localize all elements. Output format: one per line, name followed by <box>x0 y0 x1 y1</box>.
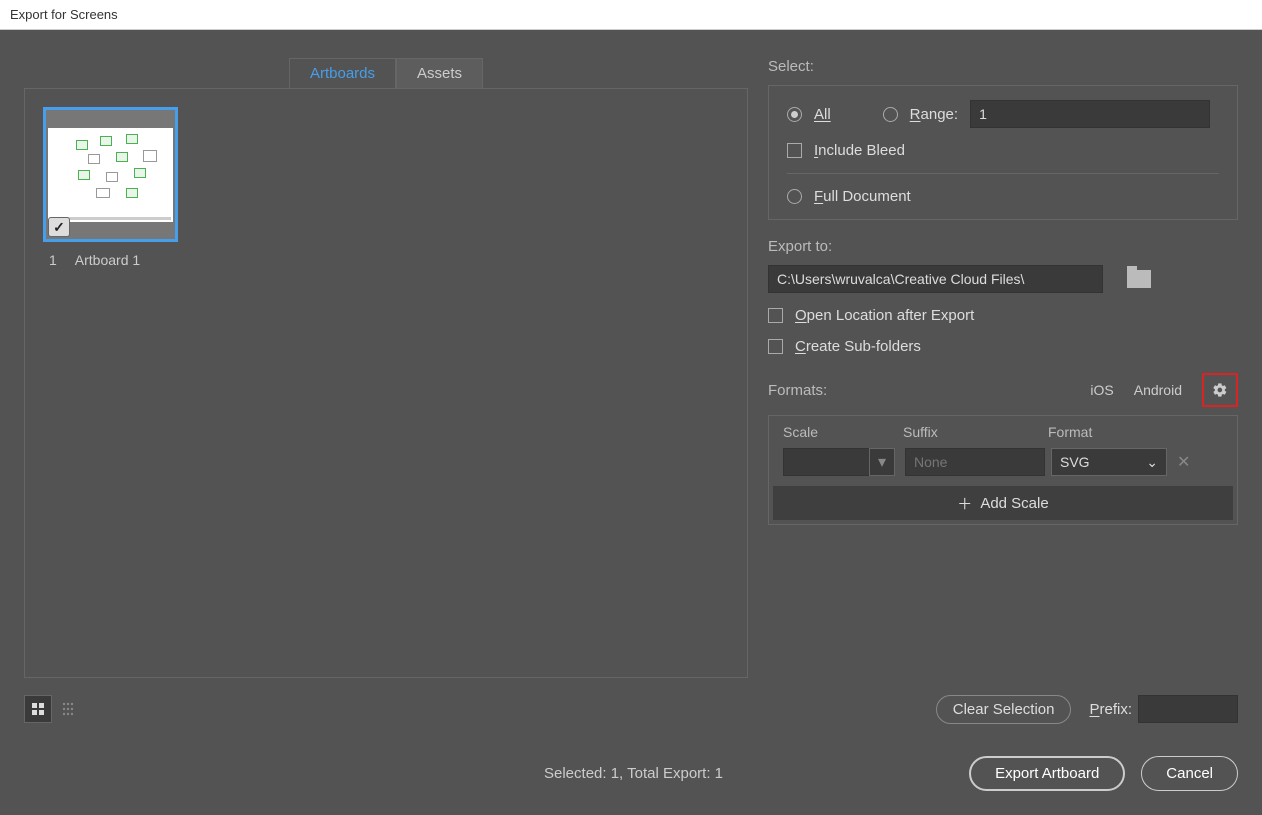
view-list-button[interactable] <box>56 695 84 723</box>
radio-full-document[interactable] <box>787 189 802 204</box>
format-select[interactable]: SVG ⌄ <box>1051 448 1167 476</box>
delete-row-icon[interactable]: ✕ <box>1173 452 1194 472</box>
export-to-label: Export to: <box>768 238 1238 255</box>
artboard-item[interactable]: ✓ 1 Artboard 1 <box>43 107 178 268</box>
prefix-input[interactable] <box>1138 695 1238 723</box>
label-include-bleed[interactable]: Include Bleed <box>814 142 905 159</box>
col-suffix: Suffix <box>903 424 1048 440</box>
label-range[interactable]: Range: <box>910 106 958 123</box>
radio-range[interactable] <box>883 107 898 122</box>
checkbox-include-bleed[interactable] <box>787 143 802 158</box>
artboard-grid: ✓ 1 Artboard 1 <box>24 88 748 678</box>
window-title: Export for Screens <box>10 7 118 22</box>
scale-input[interactable] <box>783 448 869 476</box>
title-bar: Export for Screens <box>0 0 1262 30</box>
add-scale-button[interactable]: ＋ Add Scale <box>773 486 1233 520</box>
range-input[interactable] <box>970 100 1210 128</box>
col-scale: Scale <box>783 424 903 440</box>
tab-artboards[interactable]: Artboards <box>289 58 396 89</box>
export-artboard-button[interactable]: Export Artboard <box>969 756 1125 791</box>
view-grid-button[interactable] <box>24 695 52 723</box>
dialog-body: Artboards Assets <box>0 30 1262 815</box>
label-full-document[interactable]: Full Document <box>814 188 911 205</box>
cancel-button[interactable]: Cancel <box>1141 756 1238 791</box>
export-path-input[interactable] <box>768 265 1103 293</box>
chevron-down-icon: ⌄ <box>1146 454 1158 471</box>
label-open-location[interactable]: Open Location after Export <box>795 307 974 324</box>
artboard-name: Artboard 1 <box>75 252 140 268</box>
select-section: All Range: Include Bleed Full Document <box>768 85 1238 220</box>
formats-table: Scale Suffix Format ▾ SVG ⌄ <box>768 415 1238 525</box>
format-row: ▾ SVG ⌄ ✕ <box>769 444 1237 486</box>
folder-icon[interactable] <box>1127 270 1151 288</box>
label-all[interactable]: All <box>814 106 831 123</box>
artboard-thumbnail[interactable]: ✓ <box>43 107 178 242</box>
formats-android-link[interactable]: Android <box>1134 382 1182 398</box>
artboard-selected-check-icon[interactable]: ✓ <box>48 217 70 237</box>
col-format: Format <box>1048 424 1168 440</box>
gear-icon <box>1212 382 1228 398</box>
radio-all[interactable] <box>787 107 802 122</box>
clear-selection-button[interactable]: Clear Selection <box>936 695 1072 724</box>
select-label: Select: <box>768 58 1238 75</box>
label-create-subfolders[interactable]: Create Sub-folders <box>795 338 921 355</box>
artboard-index: 1 <box>49 252 57 268</box>
list-icon <box>62 702 78 716</box>
add-scale-label: Add Scale <box>980 495 1048 512</box>
formats-label: Formats: <box>768 382 827 399</box>
formats-settings-button[interactable] <box>1202 373 1238 407</box>
prefix-label: Prefix: <box>1089 701 1132 718</box>
tab-assets[interactable]: Assets <box>396 58 483 89</box>
suffix-input[interactable] <box>905 448 1045 476</box>
format-value: SVG <box>1060 454 1090 470</box>
tabs: Artboards Assets <box>24 58 748 89</box>
plus-icon: ＋ <box>957 493 972 514</box>
scale-dropdown-button[interactable]: ▾ <box>869 448 895 476</box>
grid-icon <box>31 702 45 716</box>
checkbox-create-subfolders[interactable] <box>768 339 783 354</box>
selection-status: Selected: 1, Total Export: 1 <box>544 765 723 782</box>
checkbox-open-location[interactable] <box>768 308 783 323</box>
formats-ios-link[interactable]: iOS <box>1090 382 1113 398</box>
